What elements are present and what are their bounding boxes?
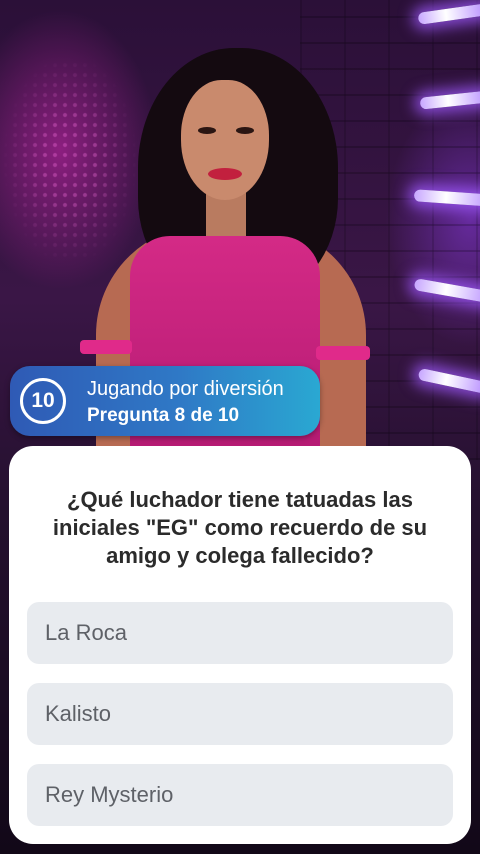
question-text: ¿Qué luchador tiene tatuadas las inicial… xyxy=(52,487,428,568)
arm-band xyxy=(80,340,132,354)
host-lips xyxy=(208,168,242,180)
question-progress: Pregunta 8 de 10 xyxy=(87,405,240,426)
answer-option-rey-mysterio[interactable]: Rey Mysterio xyxy=(27,764,453,826)
answer-option-kalisto[interactable]: Kalisto xyxy=(27,683,453,745)
countdown-timer: 10 xyxy=(20,378,66,424)
host-face xyxy=(181,80,269,200)
game-mode-label: Jugando por diversión xyxy=(87,378,284,400)
status-banner: 10 Jugando por diversión Pregunta 8 de 1… xyxy=(10,366,320,436)
host-eye xyxy=(236,127,254,134)
host-eye xyxy=(198,127,216,134)
question-card: ¿Qué luchador tiene tatuadas las inicial… xyxy=(9,446,471,844)
arm-band xyxy=(316,346,370,360)
answer-option-la-roca[interactable]: La Roca xyxy=(27,602,453,664)
